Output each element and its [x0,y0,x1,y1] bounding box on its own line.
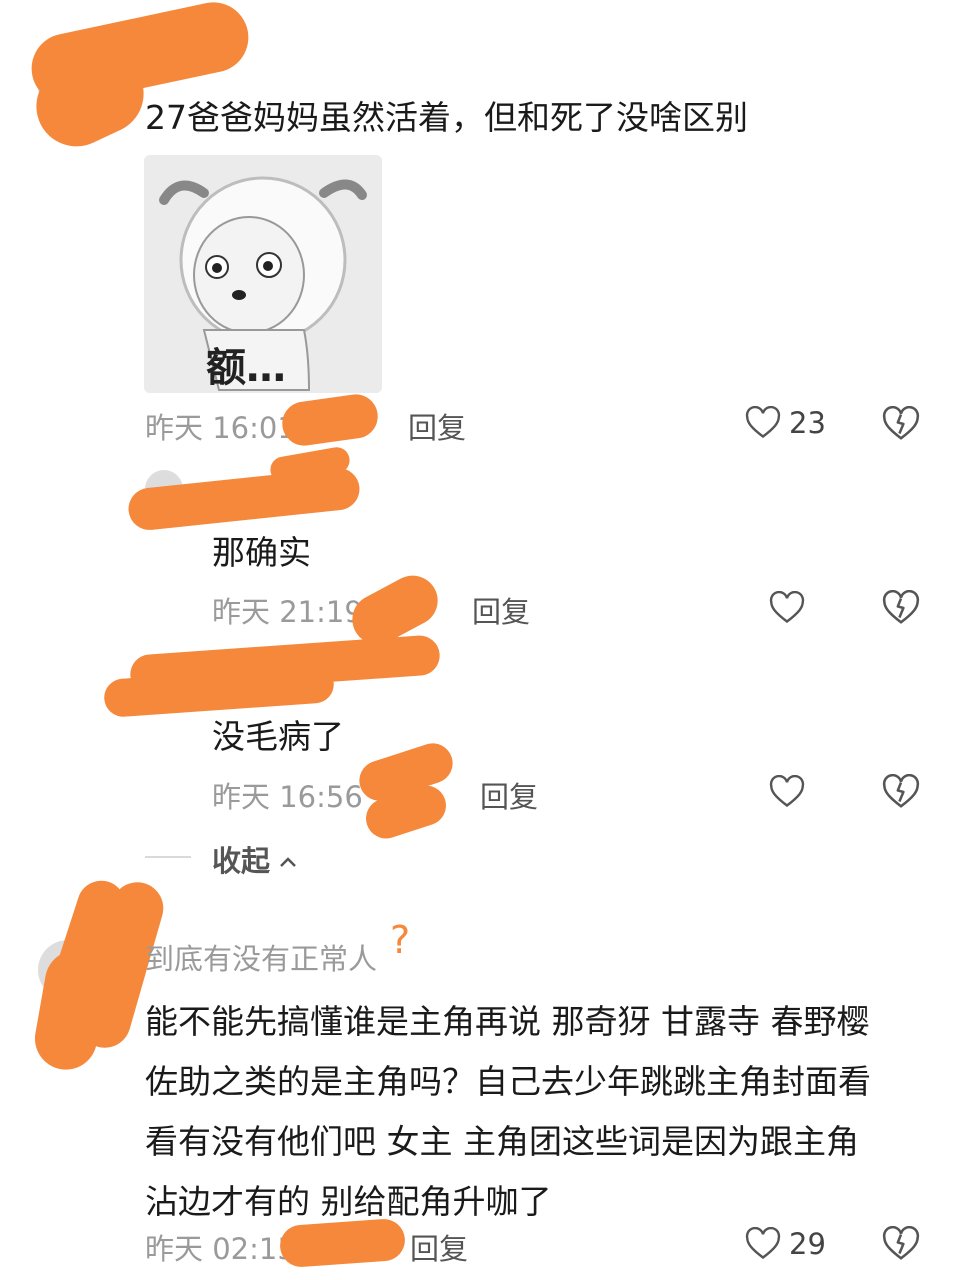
dislike-button[interactable] [882,406,920,442]
collapse-divider [145,856,191,858]
redaction-mark [279,391,381,449]
heart-outline-icon [745,406,781,440]
comment-text: 能不能先搞懂谁是主角再说 那奇犽 甘露寺 春野樱 佐助之类的是主角吗？自己去少年… [145,992,871,1232]
like-button[interactable] [769,591,805,625]
reply-text: 没毛病了 [212,717,344,756]
like-button[interactable] [769,775,805,809]
comment-text-line: 佐助之类的是主角吗？自己去少年跳跳主角封面看 [145,1062,871,1101]
broken-heart-icon [882,1226,920,1262]
broken-heart-icon [882,774,920,810]
dislike-button[interactable] [882,590,920,626]
heart-outline-icon [745,1227,781,1261]
reply-button[interactable]: 回复 [472,589,530,631]
question-mark-scribble: ? [390,918,411,962]
reply-time: 昨天 16:56 [212,780,363,814]
broken-heart-icon [882,406,920,442]
collapse-label: 收起 [212,844,271,878]
heart-outline-icon [769,775,805,809]
collapse-button[interactable]: 收起 [212,838,298,880]
redaction-mark [278,1217,407,1269]
meme-caption: 额… [206,345,286,391]
reply-text: 那确实 [212,533,311,572]
reply-button[interactable]: 回复 [410,1226,468,1268]
dislike-button[interactable] [882,774,920,810]
reply-button[interactable]: 回复 [480,774,538,816]
comment-text: 27爸爸妈妈虽然活着，但和死了没啥区别 [145,98,748,137]
comment-text-line: 能不能先搞懂谁是主角再说 那奇犽 甘露寺 春野樱 [145,1002,870,1041]
comment-time: 昨天 02:15 [145,1232,296,1266]
like-button[interactable]: 23 [745,406,826,440]
meme-image[interactable]: 额… [144,155,382,393]
reply-time: 昨天 21:19 [212,595,363,629]
like-count: 23 [789,406,826,440]
like-count: 29 [789,1227,826,1261]
chevron-up-icon [278,842,298,876]
reply-button[interactable]: 回复 [408,405,466,447]
heart-outline-icon [769,591,805,625]
comment-time: 昨天 16:01 [145,411,296,445]
dislike-button[interactable] [882,1226,920,1262]
comment-text-line: 沾边才有的 别给配角升咖了 [145,1182,552,1221]
comment-text-line: 看有没有他们吧 女主 主角团这些词是因为跟主角 [145,1122,859,1161]
like-button[interactable]: 29 [745,1227,826,1261]
broken-heart-icon [882,590,920,626]
comment-username[interactable]: 到底有没有正常人 [145,936,377,978]
